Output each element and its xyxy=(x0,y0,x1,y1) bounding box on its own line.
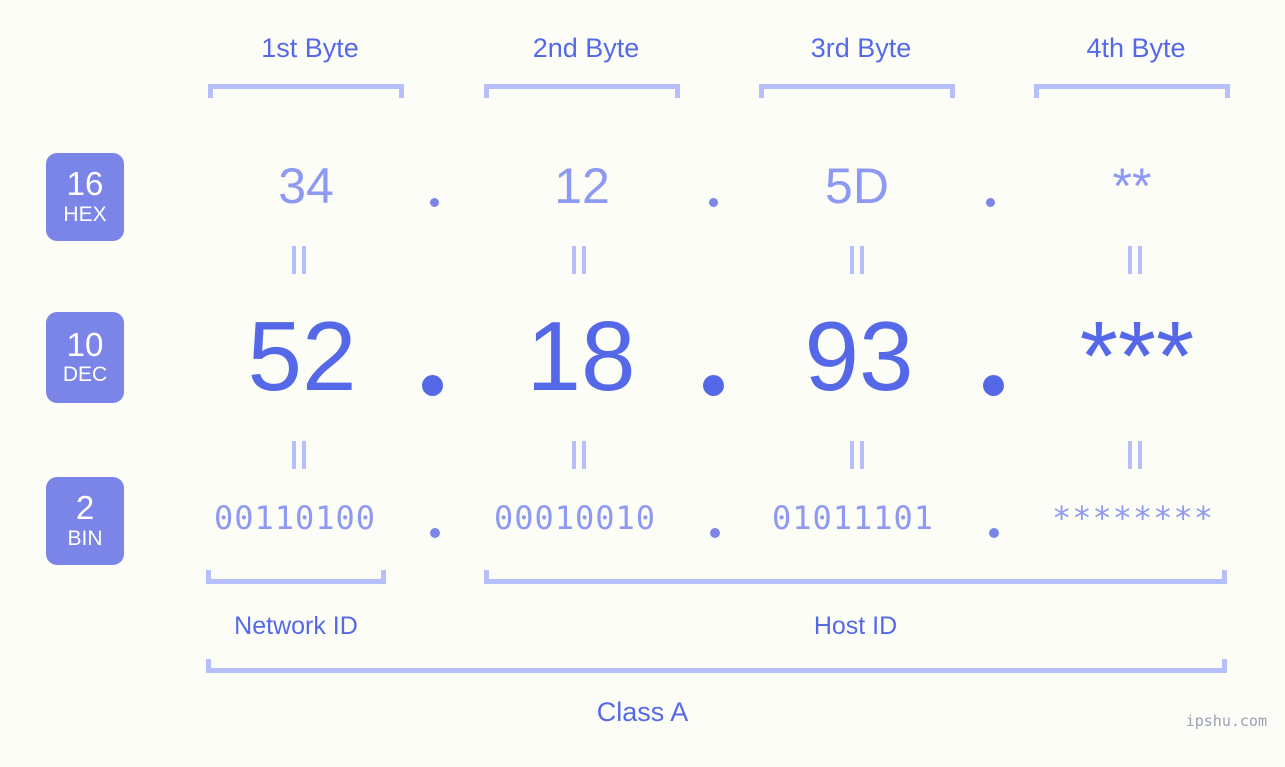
byte-bracket-1 xyxy=(208,84,404,98)
byte-label-1: 1st Byte xyxy=(261,33,359,63)
dec-value-byte-2: 18 xyxy=(526,301,636,411)
bin-value-byte-1: 00110100 xyxy=(213,499,377,537)
byte-label-4: 4th Byte xyxy=(1086,33,1186,63)
bin-separator-dot-3 xyxy=(989,528,999,538)
bin-value-byte-3: 01011101 xyxy=(771,499,935,537)
base-badge-dec: 10 DEC xyxy=(46,312,124,403)
equals-marker-dec-bin-1 xyxy=(291,441,309,469)
dec-separator-dot-1 xyxy=(422,375,443,396)
equals-marker-hex-dec-3 xyxy=(849,246,867,274)
class-bracket xyxy=(206,659,1227,673)
equals-marker-dec-bin-4 xyxy=(1127,441,1145,469)
dec-value-byte-4: *** xyxy=(1079,301,1195,411)
bin-separator-dot-1 xyxy=(430,528,440,538)
base-badge-bin-number: 2 xyxy=(75,489,95,527)
base-badge-hex-abbr: HEX xyxy=(63,202,107,226)
equals-marker-hex-dec-1 xyxy=(291,246,309,274)
hex-value-byte-4: ** xyxy=(1112,158,1152,214)
hex-value-byte-2: 12 xyxy=(554,158,610,214)
hex-value-byte-3: 5D xyxy=(825,158,889,214)
host-id-label: Host ID xyxy=(813,612,898,640)
bin-value-byte-4: ******** xyxy=(1051,499,1215,537)
class-label: Class A xyxy=(596,697,689,727)
base-badge-hex: 16 HEX xyxy=(46,153,124,241)
base-badge-dec-number: 10 xyxy=(66,325,104,363)
base-badge-bin-abbr: BIN xyxy=(67,526,103,550)
host-id-bracket xyxy=(484,570,1227,584)
hex-separator-dot-3 xyxy=(986,198,995,207)
byte-label-3: 3rd Byte xyxy=(810,33,912,63)
dec-separator-dot-2 xyxy=(703,375,724,396)
byte-bracket-3 xyxy=(759,84,955,98)
dec-separator-dot-3 xyxy=(983,375,1004,396)
byte-label-2: 2nd Byte xyxy=(532,33,640,63)
network-id-bracket xyxy=(206,570,386,584)
byte-bracket-4 xyxy=(1034,84,1230,98)
equals-marker-dec-bin-3 xyxy=(849,441,867,469)
base-badge-dec-abbr: DEC xyxy=(62,363,108,387)
hex-value-byte-1: 34 xyxy=(278,158,334,214)
network-id-label: Network ID xyxy=(234,612,358,640)
hex-separator-dot-2 xyxy=(709,198,718,207)
site-watermark: ipshu.com xyxy=(1185,712,1267,730)
dec-value-byte-3: 93 xyxy=(804,301,914,411)
ip-breakdown-diagram: 1st Byte 2nd Byte 3rd Byte 4th Byte 16 H… xyxy=(0,0,1285,767)
base-badge-bin: 2 BIN xyxy=(46,477,124,565)
base-badge-hex-number: 16 xyxy=(66,165,104,203)
equals-marker-hex-dec-2 xyxy=(571,246,589,274)
equals-marker-dec-bin-2 xyxy=(571,441,589,469)
equals-marker-hex-dec-4 xyxy=(1127,246,1145,274)
byte-bracket-2 xyxy=(484,84,680,98)
hex-separator-dot-1 xyxy=(430,198,439,207)
dec-value-byte-1: 52 xyxy=(247,301,357,411)
bin-value-byte-2: 00010010 xyxy=(493,499,657,537)
bin-separator-dot-2 xyxy=(710,528,720,538)
